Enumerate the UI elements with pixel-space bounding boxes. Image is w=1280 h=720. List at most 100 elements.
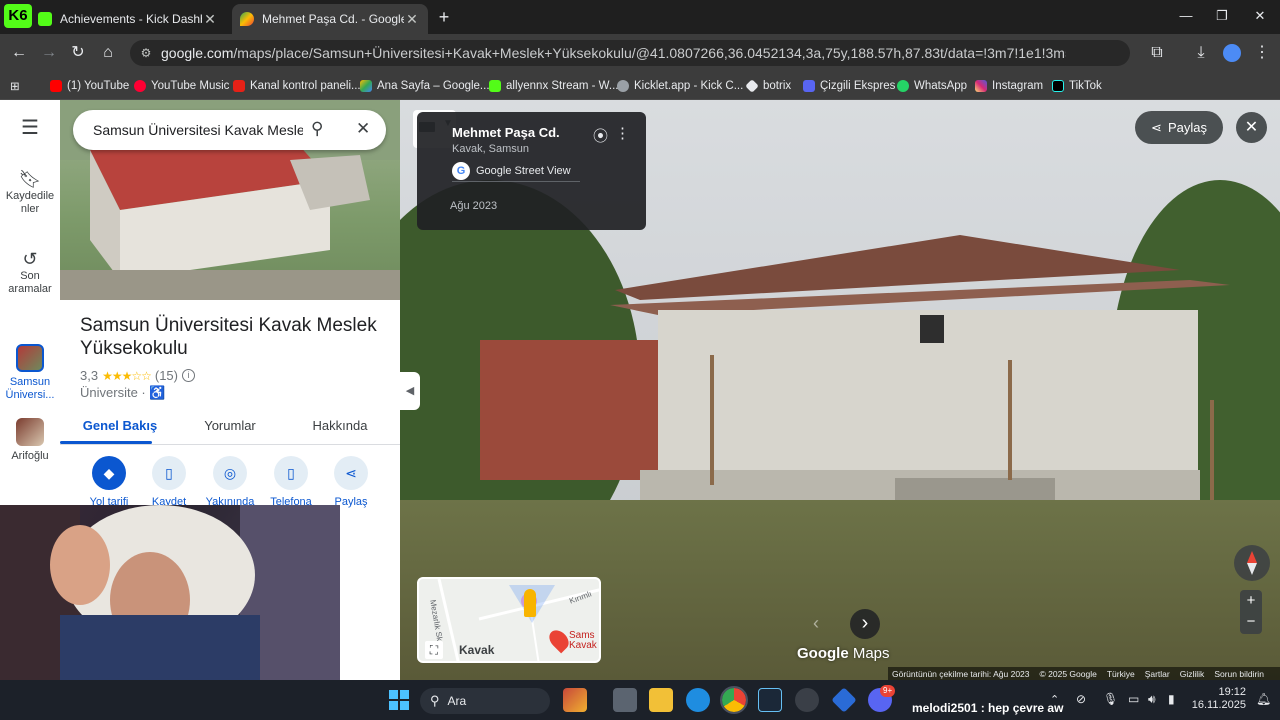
recent-place-arifoglu[interactable]: Arifoğlu	[0, 418, 60, 463]
search-input[interactable]: Samsun Üniversitesi Kavak Meslek Y	[93, 122, 303, 138]
widget-icon[interactable]	[563, 688, 587, 712]
street-view-minimap[interactable]: Sams Kavak Kavak Mezarlık Sk. Kırımlı ⛶	[417, 577, 601, 663]
tab-google-maps[interactable]: Mehmet Paşa Cd. - Google Har ✕	[232, 4, 428, 34]
address-bar[interactable]: ⚙ google.com/maps/place/Samsun+Üniversit…	[130, 40, 1130, 66]
street-view-link[interactable]: G Google Street View	[452, 161, 580, 182]
tab-kick-dashboard[interactable]: Achievements - Kick Dashboard ✕	[30, 4, 226, 34]
tray-overflow-icon[interactable]: ⌃	[1050, 693, 1059, 706]
bookmark-label: Instagram	[992, 80, 1044, 92]
collapse-panel-button[interactable]: ◀	[400, 372, 420, 410]
star-rating-icon: ★★★☆☆	[102, 368, 152, 383]
rating-row[interactable]: 3,3 ★★★☆☆ (15) i	[80, 368, 195, 383]
task-view-icon[interactable]	[613, 688, 637, 712]
chat-overlay-message: melodi2501 : hep çevre aw	[912, 701, 1064, 715]
clear-search-icon[interactable]: ✕	[356, 119, 370, 139]
url-text: google.com/maps/place/Samsun+Üniversites…	[161, 45, 1066, 61]
menu-hamburger-icon[interactable]: ☰	[0, 118, 60, 138]
tab-reviews[interactable]: Yorumlar	[180, 418, 280, 433]
zoom-control: + −	[1240, 590, 1262, 634]
close-window-button[interactable]: ✕	[1246, 6, 1274, 26]
nearby-button[interactable]: ◎ Yakınında	[200, 456, 260, 508]
bookmark-kicklet[interactable]: Kicklet.app - Kick C...	[617, 77, 743, 95]
microphone-icon[interactable]: 🎙︎	[1103, 692, 1118, 706]
zoom-in-button[interactable]: +	[1240, 590, 1262, 612]
display-icon[interactable]: ▭	[1128, 692, 1139, 706]
bookmark-allyennx[interactable]: allyennx Stream - W...	[489, 77, 618, 95]
saved-button[interactable]: 🔖︎ Kaydedile nler	[0, 168, 60, 216]
url-path: /maps/place/Samsun+Üniversitesi+Kavak+Me…	[233, 45, 1066, 61]
home-icon[interactable]: ⌂	[97, 42, 119, 64]
privacy-link[interactable]: Gizlilik	[1180, 669, 1205, 679]
forward-icon[interactable]: →	[38, 42, 60, 64]
app: K6 Achievements - Kick Dashboard ✕ Mehme…	[0, 0, 1280, 720]
bookmark-youtube[interactable]: (1) YouTube	[50, 77, 129, 95]
info-icon[interactable]: i	[182, 369, 195, 382]
bookmark-botrix[interactable]: botrix	[745, 77, 791, 95]
tiktok-icon	[1052, 80, 1064, 92]
send-to-phone-button[interactable]: ▯ Telefona	[261, 456, 321, 508]
tab-overview[interactable]: Genel Bakış	[60, 418, 180, 433]
search-icon[interactable]: ⚲	[311, 119, 323, 139]
bookmark-label: Kicklet.app - Kick C...	[634, 80, 744, 92]
bookmark-whatsapp[interactable]: WhatsApp	[897, 77, 967, 95]
webcam-feed-image	[0, 505, 340, 685]
recent-place-samsun[interactable]: Samsun Üniversi...	[0, 344, 60, 402]
site-info-icon[interactable]: ⚙	[138, 45, 154, 61]
bookmark-label: TikTok	[1069, 80, 1102, 92]
bookmark-tiktok[interactable]: TikTok	[1052, 77, 1102, 95]
minimize-button[interactable]: —	[1172, 6, 1200, 26]
extensions-icon[interactable]: ⧉	[1146, 42, 1168, 64]
bookmark-cizgili[interactable]: Çizgili Ekspres	[803, 77, 895, 95]
google-maps-watermark: Google Maps	[797, 645, 890, 662]
save-button[interactable]: ▯ Kaydet	[139, 456, 199, 508]
previous-arrow-icon[interactable]: ‹	[804, 611, 828, 635]
location-pin-icon[interactable]: ⦿	[593, 125, 608, 146]
bookmark-kanal[interactable]: Kanal kontrol paneli...	[233, 77, 361, 95]
apps-grid-icon[interactable]: ⊞	[10, 77, 20, 95]
place-label-line1: Samsun	[9, 376, 51, 388]
close-street-view-button[interactable]: ✕	[1236, 112, 1267, 143]
review-count[interactable]: (15)	[155, 368, 178, 383]
close-tab-icon[interactable]: ✕	[202, 11, 218, 28]
windows-start-icon[interactable]	[389, 690, 409, 710]
new-tab-button[interactable]: +	[434, 6, 454, 28]
steam-icon[interactable]	[758, 688, 782, 712]
recent-button[interactable]: ↺ Son aramalar	[0, 248, 60, 296]
region-link[interactable]: Türkiye	[1107, 669, 1135, 679]
watermark-google: Google	[797, 645, 849, 662]
capture-date[interactable]: Ağu 2023	[450, 200, 497, 212]
battery-icon[interactable]: ▮	[1168, 692, 1175, 706]
downloads-icon[interactable]: ⤓	[1190, 42, 1212, 64]
obs-icon[interactable]	[795, 688, 819, 712]
maximize-button[interactable]: ❐	[1208, 6, 1236, 26]
bookmark-youtube-music[interactable]: YouTube Music	[134, 77, 229, 95]
volume-icon[interactable]: 🔊︎	[1148, 692, 1156, 707]
next-arrow-icon[interactable]: ›	[850, 609, 880, 639]
street-view-share-button[interactable]: ⋖ Paylaş	[1135, 111, 1223, 144]
terms-link[interactable]: Şartlar	[1145, 669, 1170, 679]
compass-control[interactable]	[1234, 545, 1270, 581]
taskbar-search[interactable]: ⚲ Ara	[420, 688, 550, 714]
tab-about[interactable]: Hakkında	[290, 418, 390, 433]
profile-logo[interactable]: K6	[4, 4, 32, 28]
back-icon[interactable]: ←	[8, 42, 30, 64]
file-explorer-icon[interactable]	[649, 688, 673, 712]
share-button[interactable]: ⋖ Paylaş	[321, 456, 381, 508]
menu-kebab-icon[interactable]: ⋮	[1251, 42, 1273, 64]
clock[interactable]: 19:12 16.11.2025	[1190, 686, 1246, 712]
close-tab-icon[interactable]: ✕	[404, 11, 420, 28]
network-off-icon[interactable]: ⊘	[1076, 692, 1086, 706]
expand-map-icon[interactable]: ⛶	[425, 641, 443, 659]
report-link[interactable]: Sorun bildirin	[1214, 669, 1264, 679]
zoom-out-button[interactable]: −	[1240, 612, 1262, 634]
profile-avatar[interactable]	[1221, 42, 1243, 64]
reload-icon[interactable]: ↻	[67, 42, 89, 64]
more-options-icon[interactable]: ⋮	[615, 124, 630, 142]
search-box[interactable]: Samsun Üniversitesi Kavak Meslek Y ⚲ ✕	[73, 110, 386, 150]
notifications-bell-icon[interactable]: 🔔︎	[1256, 692, 1271, 706]
bookmark-instagram[interactable]: Instagram	[975, 77, 1043, 95]
saved-label-line1: Kaydedile	[5, 190, 55, 202]
bookmark-google-drive[interactable]: Ana Sayfa – Google...	[360, 77, 490, 95]
chrome-taskbar-icon[interactable]	[720, 686, 748, 714]
help-icon[interactable]	[686, 688, 710, 712]
